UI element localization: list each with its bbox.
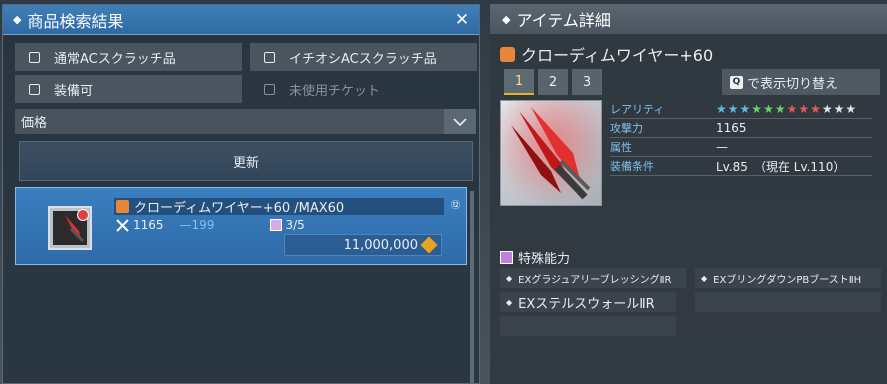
item-details: レアリティ ★ ★ ★ ★ ★ ★ ★ ★ ★ ★ ★ ★ 攻撃力 1165 属性 — 装備条件 Lv… bbox=[610, 100, 872, 176]
ability-slot-4 bbox=[695, 292, 881, 312]
rarity-star-icon: ★ bbox=[833, 102, 845, 116]
wire-category-icon bbox=[116, 200, 129, 213]
ability-slot-2: ◆ EXブリングダウンPBブーストⅡH bbox=[695, 268, 881, 288]
weapon-image bbox=[500, 100, 602, 206]
claw-weapon-icon bbox=[501, 101, 601, 205]
attack-icon bbox=[116, 218, 129, 232]
rarity-star-icon: ★ bbox=[821, 102, 833, 116]
checkbox-icon bbox=[29, 51, 40, 63]
attack-row: 攻撃力 1165 bbox=[610, 119, 872, 138]
tab-1[interactable]: 1 bbox=[504, 69, 534, 95]
update-button[interactable]: 更新 bbox=[19, 141, 473, 181]
filter-label: 通常ACスクラッチ品 bbox=[54, 51, 176, 67]
tab-2[interactable]: 2 bbox=[538, 69, 568, 95]
rarity-stars: ★ ★ ★ ★ ★ ★ ★ ★ ★ ★ ★ ★ bbox=[716, 103, 856, 115]
filter-row-2: 装備可 未使用チケット bbox=[15, 75, 477, 103]
price-value: 11,000,000 bbox=[343, 237, 418, 253]
filter-featured-ac-scratch[interactable]: イチオシACスクラッチ品 bbox=[250, 43, 477, 71]
wire-category-icon bbox=[500, 46, 515, 62]
item-thumbnail bbox=[48, 206, 92, 250]
not-equippable-icon bbox=[77, 209, 89, 221]
filter-label: 装備可 bbox=[54, 83, 94, 99]
rarity-star-icon: ★ bbox=[845, 102, 857, 116]
price-box: 11,000,000 bbox=[284, 234, 442, 256]
header-diamond-icon: ◆ bbox=[13, 13, 22, 26]
header-diamond-icon: ◆ bbox=[502, 12, 511, 26]
toggle-display-button[interactable]: Q で表示切り替え bbox=[722, 69, 880, 95]
ability-name: EXステルスウォールⅡR bbox=[518, 296, 655, 312]
chevron-down-icon[interactable] bbox=[444, 109, 476, 134]
rarity-star-icon: ★ bbox=[727, 102, 739, 116]
close-button[interactable]: ✕ bbox=[453, 11, 471, 29]
ability-name: EXブリングダウンPBブーストⅡH bbox=[713, 274, 862, 286]
filter-label: イチオシACスクラッチ品 bbox=[289, 51, 437, 67]
meseta-icon bbox=[420, 236, 438, 254]
rarity-label: レアリティ bbox=[610, 103, 665, 116]
filter-row-1: 通常ACスクラッチ品 イチオシACスクラッチ品 bbox=[15, 43, 477, 71]
rarity-star-icon: ★ bbox=[751, 102, 763, 116]
attack-label: 攻撃力 bbox=[610, 122, 643, 135]
requirement-label: 装備条件 bbox=[610, 160, 654, 173]
ability-slot-1: ◆ EXグラジュアリーブレッシングⅡR bbox=[500, 268, 686, 288]
special-ability-icon bbox=[500, 251, 513, 264]
checkbox-icon bbox=[264, 83, 275, 95]
filter-unused-ticket[interactable]: 未使用チケット bbox=[250, 75, 477, 103]
rarity-star-icon: ★ bbox=[810, 102, 821, 116]
toggle-label: で表示切り替え bbox=[747, 76, 839, 92]
rarity-star-icon: ★ bbox=[774, 102, 786, 116]
filter-equippable[interactable]: 装備可 bbox=[15, 75, 242, 103]
rarity-star-icon: ★ bbox=[716, 102, 727, 116]
stock-icon bbox=[270, 219, 283, 231]
ability-name: EXグラジュアリーブレッシングⅡR bbox=[518, 274, 672, 286]
result-name: クローディムワイヤー+60 /MAX60 bbox=[134, 201, 345, 216]
special-abilities-label: 特殊能力 bbox=[518, 252, 571, 267]
item-title-row: クローディムワイヤー+60 bbox=[500, 42, 713, 66]
ability-slot-5 bbox=[500, 316, 676, 336]
result-stats: 1165 —199 3/5 bbox=[116, 218, 305, 232]
item-name: クローディムワイヤー+60 bbox=[521, 46, 714, 65]
tab-3[interactable]: 3 bbox=[572, 69, 602, 95]
stock-count: 3/5 bbox=[285, 218, 305, 232]
item-detail-panel: ◆ アイテム詳細 クローディムワイヤー+60 1 2 3 Q で表示切り替え レ… bbox=[490, 4, 887, 384]
results-scrollbar[interactable] bbox=[470, 191, 474, 383]
requirement-value: Lv.85 （現在 Lv.110） bbox=[716, 159, 846, 174]
item-detail-header: ◆ アイテム詳細 bbox=[490, 4, 887, 34]
rarity-row: レアリティ ★ ★ ★ ★ ★ ★ ★ ★ ★ ★ ★ ★ bbox=[610, 100, 872, 119]
special-abilities-header: 特殊能力 bbox=[500, 248, 570, 267]
q-key-icon: Q bbox=[730, 75, 743, 89]
element-label: 属性 bbox=[610, 141, 632, 154]
attack-value: 1165 bbox=[716, 121, 747, 135]
rarity-star-icon: ★ bbox=[763, 102, 774, 116]
panel-title: 商品検索結果 bbox=[27, 11, 124, 31]
bullet-icon: ◆ bbox=[701, 273, 708, 283]
result-name-bar: クローディムワイヤー+60 /MAX60 bbox=[114, 198, 444, 216]
attack-value: 1165 bbox=[133, 218, 164, 232]
bullet-icon: ◆ bbox=[506, 273, 513, 283]
element-row: 属性 — bbox=[610, 138, 872, 157]
sort-dropdown[interactable]: 価格 bbox=[15, 109, 476, 134]
checkbox-icon bbox=[264, 51, 275, 63]
search-results-panel: ◆ 商品検索結果 ✕ 通常ACスクラッチ品 イチオシACスクラッチ品 装備可 未… bbox=[2, 4, 480, 384]
filter-label: 未使用チケット bbox=[289, 83, 381, 99]
detail-tabs: 1 2 3 bbox=[504, 69, 602, 95]
rarity-star-icon: ★ bbox=[786, 102, 798, 116]
element-value: — bbox=[716, 140, 728, 154]
bullet-icon: ◆ bbox=[506, 297, 513, 307]
requirement-row: 装備条件 Lv.85 （現在 Lv.110） bbox=[610, 157, 872, 176]
stack-badge: ⑫ bbox=[450, 201, 460, 211]
search-results-header: ◆ 商品検索結果 bbox=[3, 5, 479, 35]
rarity-star-icon: ★ bbox=[739, 102, 751, 116]
weapon-thumbnail-icon bbox=[53, 209, 89, 245]
sort-value: 価格 bbox=[21, 116, 48, 131]
result-row[interactable]: クローディムワイヤー+60 /MAX60 ⑫ 1165 —199 3/5 11,… bbox=[15, 187, 467, 265]
attack-difference: —199 bbox=[179, 218, 215, 232]
rarity-star-icon: ★ bbox=[798, 102, 810, 116]
panel-title: アイテム詳細 bbox=[516, 11, 611, 30]
checkbox-icon bbox=[29, 83, 40, 95]
ability-slot-3: ◆ EXステルスウォールⅡR bbox=[500, 292, 676, 312]
filter-normal-ac-scratch[interactable]: 通常ACスクラッチ品 bbox=[15, 43, 242, 71]
